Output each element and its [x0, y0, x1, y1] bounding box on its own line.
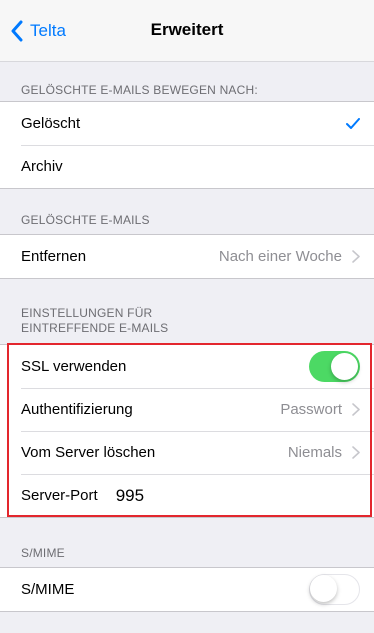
chevron-right-icon: [352, 250, 360, 263]
chevron-right-icon: [352, 446, 360, 459]
remove-value: Nach einer Woche: [218, 248, 342, 265]
remove-row[interactable]: Entfernen Nach einer Woche: [0, 235, 374, 278]
ssl-toggle[interactable]: [309, 351, 360, 382]
option-label: Archiv: [21, 158, 63, 175]
smime-group: S/MIME: [0, 567, 374, 612]
remove-label: Entfernen: [21, 248, 87, 265]
deleted-mails-group: Entfernen Nach einer Woche: [0, 234, 374, 279]
section-header-line: EINSTELLUNGEN FÜR: [21, 306, 153, 320]
option-geloescht[interactable]: Gelöscht: [0, 102, 374, 145]
authentication-label: Authentifizierung: [21, 401, 133, 418]
authentication-row[interactable]: Authentifizierung Passwort: [0, 388, 374, 431]
ssl-row: SSL verwenden: [0, 345, 374, 388]
delete-from-server-row[interactable]: Vom Server löschen Niemals: [0, 431, 374, 474]
smime-label: S/MIME: [21, 581, 75, 598]
server-port-row: Server-Port 995: [0, 474, 374, 517]
move-deleted-group: Gelöscht Archiv: [0, 101, 374, 189]
toggle-knob: [331, 353, 358, 380]
section-header-deleted-mails: GELÖSCHTE E-MAILS: [21, 213, 150, 227]
checkmark-icon: [346, 118, 360, 129]
delete-from-server-value: Niemals: [287, 444, 342, 461]
server-port-label: Server-Port: [21, 487, 98, 504]
option-label: Gelöscht: [21, 115, 81, 132]
section-header-line: EINTREFFENDE E-MAILS: [21, 321, 169, 335]
chevron-right-icon: [352, 403, 360, 416]
toggle-knob: [310, 575, 337, 602]
page-title: Erweitert: [150, 20, 224, 39]
section-header-move-deleted: GELÖSCHTE E-MAILS BEWEGEN NACH:: [21, 83, 258, 97]
section-header-smime: S/MIME: [21, 546, 65, 560]
smime-toggle[interactable]: [309, 574, 360, 605]
authentication-value: Passwort: [280, 401, 342, 418]
navigation-bar: Telta Erweitert: [0, 0, 374, 62]
ssl-label: SSL verwenden: [21, 358, 127, 375]
server-port-field[interactable]: 995: [116, 486, 144, 506]
option-archiv[interactable]: Archiv: [0, 145, 374, 188]
section-header-incoming: EINSTELLUNGEN FÜR EINTREFFENDE E-MAILS: [21, 306, 168, 336]
incoming-settings-group: SSL verwenden Authentifizierung Passwort…: [0, 344, 374, 518]
smime-row: S/MIME: [0, 568, 374, 611]
delete-from-server-label: Vom Server löschen: [21, 444, 156, 461]
